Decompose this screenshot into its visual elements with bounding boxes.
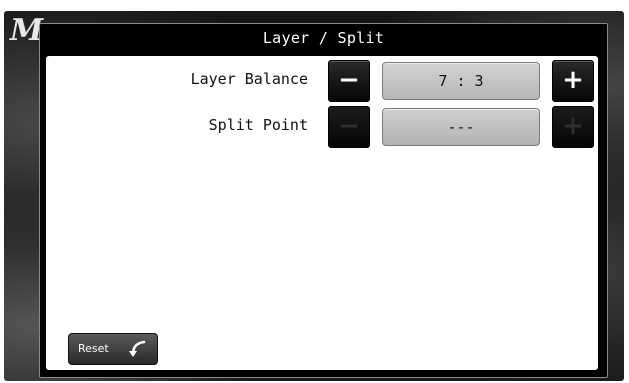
dialog-title: Layer / Split [262, 29, 385, 47]
layer-balance-minus-button[interactable]: − [328, 60, 370, 102]
undo-arrow-icon [129, 340, 146, 357]
reset-button-label: Reset [78, 342, 109, 355]
split-point-plus-button[interactable]: + [552, 106, 594, 148]
layer-balance-plus-button[interactable]: + [552, 60, 594, 102]
dialog-panel: Layer Balance − 7 : 3 + Split Point − --… [46, 56, 598, 370]
split-point-label: Split Point [208, 116, 308, 134]
split-point-value[interactable]: --- [382, 108, 540, 146]
instrument-screen: M Layer / Split Layer Balance − 7 : 3 + … [4, 11, 624, 381]
layer-balance-value[interactable]: 7 : 3 [382, 62, 540, 100]
layer-balance-label: Layer Balance [190, 70, 308, 88]
layer-split-dialog: Layer / Split Layer Balance − 7 : 3 + Sp… [39, 23, 608, 378]
split-point-minus-button[interactable]: − [328, 106, 370, 148]
reset-button[interactable]: Reset [68, 333, 158, 365]
